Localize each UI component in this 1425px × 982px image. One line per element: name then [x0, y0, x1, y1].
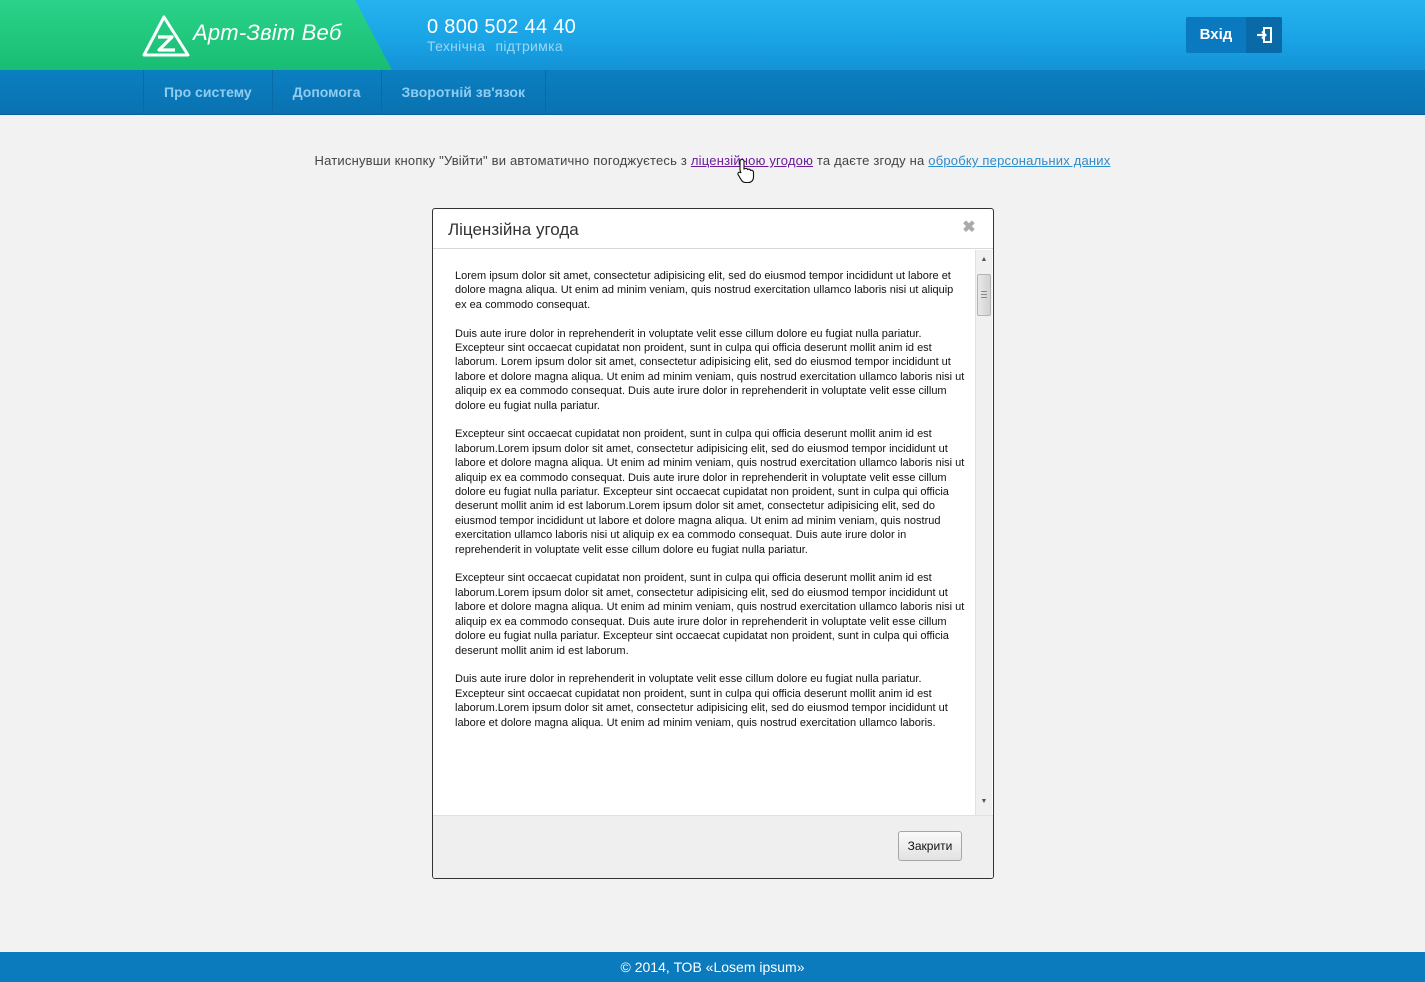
hand-pointer-icon [737, 158, 755, 184]
license-paragraph: Excepteur sint occaecat cupidatat non pr… [455, 572, 965, 657]
site-header: Арт-Звіт Веб 0 800 502 44 40 Технічна пі… [0, 0, 1425, 70]
license-paragraph: Duis aute irure dolor in reprehenderit i… [455, 673, 948, 729]
nav-item-help[interactable]: Допомога [273, 70, 382, 115]
license-modal: Ліцензійна угода ✖ Lorem ipsum dolor sit… [432, 208, 994, 879]
grip-line [981, 294, 987, 295]
modal-header: Ліцензійна угода ✖ [433, 209, 993, 249]
scroll-thumb[interactable] [977, 274, 991, 316]
modal-body: Lorem ipsum dolor sit amet, consectetur … [433, 250, 993, 815]
scroll-up-icon[interactable]: ▲ [976, 253, 992, 267]
nav-items: Про систему Допомога Зворотній зв'язок [143, 70, 546, 115]
logo-area[interactable]: Арт-Звіт Веб [0, 0, 392, 70]
copyright-text: © 2014, ТОВ «Losem ipsum» [620, 959, 805, 975]
login-button[interactable]: Вхід [1186, 17, 1282, 53]
close-icon[interactable]: ✖ [961, 220, 977, 236]
scroll-down-icon[interactable]: ▼ [976, 795, 992, 809]
license-text: Lorem ipsum dolor sit amet, consectetur … [455, 269, 966, 744]
vertical-scrollbar[interactable]: ▲ ▼ [975, 250, 992, 815]
notice-text-before: Натиснувши кнопку "Увійти" ви автоматичн… [314, 153, 691, 168]
login-label: Вхід [1199, 26, 1233, 43]
main-nav: Про систему Допомога Зворотній зв'язок [0, 70, 1425, 115]
logo-triangle-icon [142, 15, 190, 57]
license-paragraph: Lorem ipsum dolor sit amet, consectetur … [455, 270, 954, 311]
modal-footer: Закрити [433, 815, 993, 878]
grip-line [981, 291, 987, 292]
nav-item-feedback[interactable]: Зворотній зв'язок [382, 70, 546, 115]
notice-text-middle: та даєте згоду на [813, 153, 929, 168]
logo-text: Арт-Звіт Веб [193, 20, 342, 45]
privacy-link[interactable]: обробку персональних даних [928, 153, 1110, 168]
support-phone: 0 800 502 44 40 [427, 16, 577, 38]
license-paragraph: Duis aute irure dolor in reprehenderit i… [455, 327, 965, 412]
site-footer: © 2014, ТОВ «Losem ipsum» [0, 952, 1425, 982]
modal-title: Ліцензійна угода [448, 220, 579, 239]
consent-notice: Натиснувши кнопку "Увійти" ви автоматичн… [0, 153, 1425, 168]
sign-in-icon [1246, 17, 1282, 53]
grip-line [981, 297, 987, 298]
close-button[interactable]: Закрити [898, 831, 962, 861]
nav-item-about[interactable]: Про систему [144, 70, 273, 115]
support-label: Технічна підтримка [427, 38, 563, 54]
license-paragraph: Excepteur sint occaecat cupidatat non pr… [455, 428, 965, 556]
